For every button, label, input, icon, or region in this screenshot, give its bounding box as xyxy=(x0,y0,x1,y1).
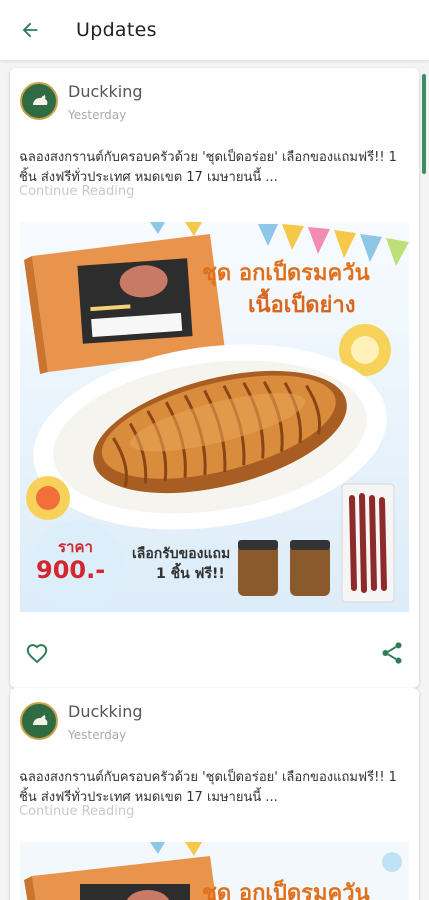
duck-logo-icon xyxy=(25,87,53,115)
post-actions xyxy=(10,630,419,674)
app-bar: Updates xyxy=(0,0,429,60)
share-icon xyxy=(382,642,402,664)
continue-reading-link[interactable]: Continue Reading xyxy=(19,184,134,199)
avatar[interactable] xyxy=(20,82,58,120)
price-value: 900.- xyxy=(36,556,105,584)
arrow-left-icon xyxy=(22,22,38,38)
post-header: Duckking Yesterday xyxy=(20,702,143,742)
post-header: Duckking Yesterday xyxy=(20,82,143,122)
headline-line-1: ชุด อกเป็ดรมควัน xyxy=(202,258,370,287)
post-text: ฉลองสงกรานต์กับครอบครัวด้วย 'ชุดเป็ดอร่อ… xyxy=(19,770,397,805)
post-text: ฉลองสงกรานต์กับครอบครัวด้วย 'ชุดเป็ดอร่อ… xyxy=(19,150,397,185)
price-label: ราคา xyxy=(58,538,93,556)
avatar[interactable] xyxy=(20,702,58,740)
heart-outline-icon xyxy=(26,644,48,664)
duck-logo-icon xyxy=(25,707,53,735)
post-time: Yesterday xyxy=(68,108,127,122)
gift-line-1: เลือกรับของแถม xyxy=(132,546,230,562)
post-card[interactable]: Duckking Yesterday ฉลองสงกรานต์กับครอบคร… xyxy=(10,68,419,688)
post-time: Yesterday xyxy=(68,728,127,742)
headline-line-2: เนื้อเป็ดย่าง xyxy=(248,288,356,318)
back-button[interactable] xyxy=(0,0,60,60)
post-image[interactable]: ชุด อกเป็ดรมควัน xyxy=(20,842,409,900)
continue-reading-link[interactable]: Continue Reading xyxy=(19,804,134,819)
author-name[interactable]: Duckking xyxy=(68,82,143,102)
post-card[interactable]: Duckking Yesterday ฉลองสงกรานต์กับครอบคร… xyxy=(10,688,419,900)
page-title: Updates xyxy=(76,19,157,41)
headline-line-1: ชุด อกเป็ดรมควัน xyxy=(202,878,370,900)
promo-illustration: ชุด อกเป็ดรมควัน เนื้อเป็ดย่าง ราคา 900.… xyxy=(20,222,409,612)
updates-feed[interactable]: Duckking Yesterday ฉลองสงกรานต์กับครอบคร… xyxy=(0,60,429,900)
share-button[interactable] xyxy=(379,640,405,666)
promo-illustration: ชุด อกเป็ดรมควัน xyxy=(20,842,409,900)
author-name[interactable]: Duckking xyxy=(68,702,143,722)
post-image[interactable]: ชุด อกเป็ดรมควัน เนื้อเป็ดย่าง ราคา 900.… xyxy=(20,222,409,612)
scrollbar[interactable] xyxy=(422,74,426,174)
like-button[interactable] xyxy=(24,640,50,666)
